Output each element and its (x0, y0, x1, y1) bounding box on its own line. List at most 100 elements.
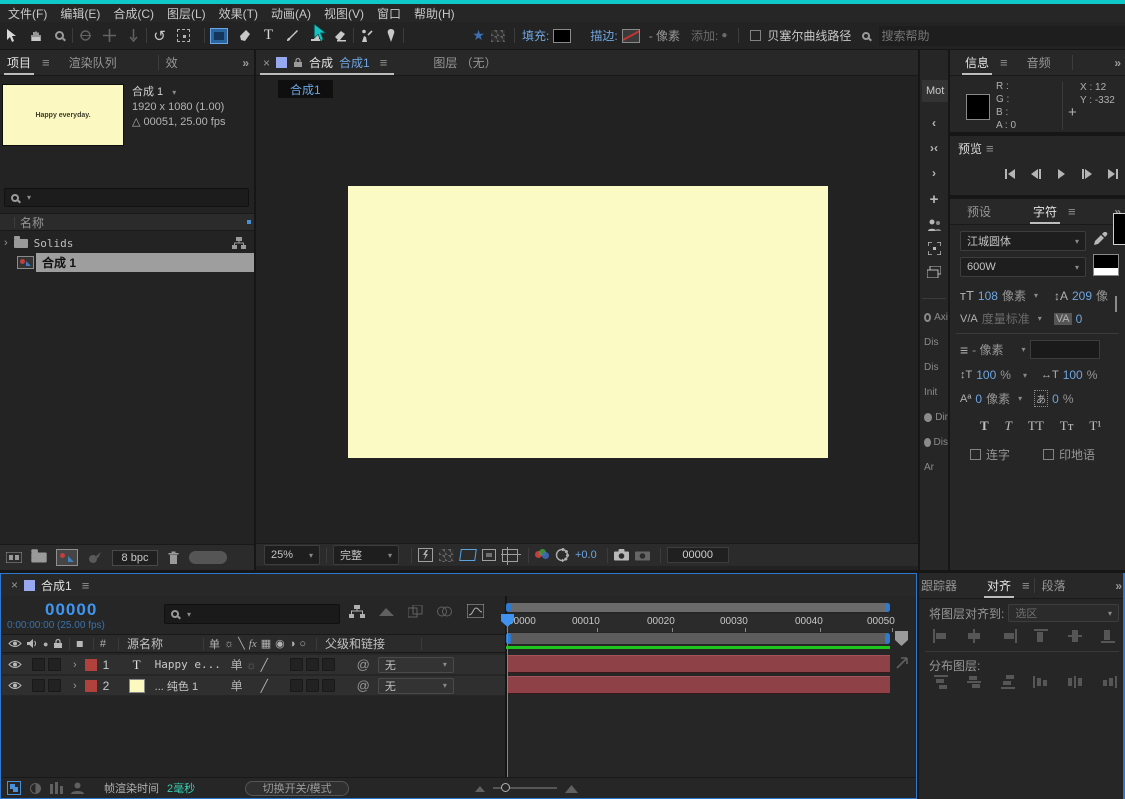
composition-canvas[interactable] (348, 186, 828, 458)
layer-row-1[interactable]: › 1 T Happy e... 单 ☼ ╱ @ 无▾ (2, 655, 505, 674)
previous-frame-button[interactable] (1024, 166, 1048, 181)
distribute-top-button[interactable] (933, 675, 950, 689)
tsume-value[interactable]: 0 (1052, 392, 1059, 406)
motion-blur-star-icon[interactable]: ★ (467, 23, 490, 49)
tab-character[interactable]: 字符 (1026, 199, 1064, 224)
lock-icon[interactable] (293, 57, 303, 68)
transparency-grid-icon[interactable] (491, 30, 505, 42)
menu-view[interactable]: 视图(V) (324, 5, 364, 22)
tab-composition-viewer[interactable]: × 合成合成1 ≡ (256, 50, 398, 75)
eyedropper-icon[interactable] (1093, 231, 1108, 247)
brush-tool[interactable] (281, 23, 304, 49)
baseline-shift-value[interactable]: 0 (975, 392, 982, 406)
align-hcenter-button[interactable] (966, 629, 983, 643)
draft-3d-icon[interactable] (379, 605, 394, 618)
superscript-button[interactable]: T¹ (1089, 418, 1101, 434)
mini-flowchart-icon[interactable] (349, 605, 365, 618)
layers-icon[interactable] (927, 266, 941, 278)
add-shape-icon[interactable]: ● (721, 30, 727, 41)
exposure-value[interactable]: +0.0 (575, 549, 597, 561)
distribute-bottom-button[interactable] (1000, 675, 1017, 689)
layer2-pickwhip-icon[interactable]: @ (357, 678, 370, 693)
people-icon[interactable] (927, 219, 942, 231)
distribute-right-button[interactable] (1100, 675, 1117, 689)
align-left-strip-icon[interactable]: ‹ (932, 116, 936, 130)
layer1-pickwhip-icon[interactable]: @ (357, 657, 370, 672)
close-viewer-icon[interactable]: × (263, 56, 270, 70)
motion-blur-icon[interactable] (437, 605, 453, 618)
next-frame-button[interactable] (1075, 166, 1099, 181)
first-frame-button[interactable] (998, 166, 1022, 181)
layer2-blend-cell[interactable] (306, 679, 319, 692)
tab-project[interactable]: 项目 (0, 50, 38, 75)
project-panel-menu-icon[interactable]: ≡ (38, 55, 54, 70)
shy-footer-icon[interactable] (71, 782, 84, 794)
rectangle-tool[interactable] (206, 23, 232, 49)
tab-align[interactable]: 对齐 (980, 573, 1018, 598)
indic-digits-checkbox[interactable] (1043, 449, 1054, 460)
align-vcenter-button[interactable] (1067, 629, 1084, 643)
layer1-eye-icon[interactable] (8, 660, 22, 669)
tab-audio[interactable]: 音频 (1020, 50, 1058, 75)
layer1-fx-cell[interactable] (290, 658, 303, 671)
stroke-width-unit[interactable]: - 像素 (972, 341, 1003, 358)
color-depth-engine-icon[interactable] (88, 551, 102, 564)
menu-animation[interactable]: 动画(A) (271, 5, 311, 22)
layer1-shy-switch[interactable]: 单 (231, 656, 246, 673)
lock-column-icon[interactable] (53, 638, 63, 649)
tab-paragraph[interactable]: 段落 (1035, 573, 1073, 598)
work-area-bar[interactable] (506, 633, 890, 644)
align-center-strip-icon[interactable]: ›‹ (930, 141, 938, 155)
layer1-collapse-switch[interactable]: ☼ (246, 658, 261, 672)
align-to-dropdown[interactable]: 选区▾ (1008, 604, 1119, 622)
fill-label[interactable]: 填充: (522, 27, 549, 44)
distribute-left-button[interactable] (1033, 675, 1050, 689)
number-column-icon[interactable]: # (100, 638, 106, 650)
distribute-vcenter-button[interactable] (966, 675, 983, 689)
menu-edit[interactable]: 编辑(E) (60, 5, 100, 22)
character-panel-menu-icon[interactable]: ≡ (1064, 204, 1080, 219)
font-size-value[interactable]: 108 (978, 289, 998, 303)
graph-editor-icon[interactable] (467, 604, 484, 618)
stroke-color-swatch[interactable] (622, 29, 640, 43)
project-search-caret-icon[interactable]: ▾ (27, 193, 31, 202)
pan-camera-tool[interactable] (98, 23, 121, 49)
layer1-name[interactable]: Happy e... (155, 658, 231, 671)
fill-stroke-swatch[interactable] (1093, 254, 1119, 276)
column-toggle-icon[interactable] (50, 782, 63, 794)
name-column-header[interactable]: 名称 (20, 214, 44, 231)
info-panel-menu-icon[interactable]: ≡ (996, 55, 1012, 70)
info-more-tabs-icon[interactable]: » (1114, 56, 1120, 70)
align-left-button[interactable] (933, 629, 950, 643)
selection-tool[interactable] (0, 23, 23, 49)
layer2-duration-bar[interactable] (507, 676, 890, 694)
layer2-lock-cell[interactable] (48, 679, 61, 692)
quality-column-icon[interactable]: ╲ (238, 637, 245, 650)
project-row-solids[interactable]: › Solids (0, 234, 254, 252)
distribute-hcenter-button[interactable] (1067, 675, 1084, 689)
layer2-shy-switch[interactable]: 单 (231, 677, 246, 694)
preview-time-indicator[interactable]: 00000 (667, 547, 729, 563)
motion-blur-column-icon[interactable]: ◉ (275, 637, 285, 650)
toggle-transparency-icon[interactable] (439, 549, 454, 562)
comp-button-icon[interactable] (895, 656, 909, 670)
add-strip-icon[interactable]: + (930, 191, 939, 208)
tab-render-queue[interactable]: 渲染队列 (62, 50, 124, 75)
zoom-tool[interactable] (48, 23, 71, 49)
font-style-dropdown[interactable]: 600W▾ (960, 257, 1086, 277)
bezier-path-checkbox[interactable] (750, 30, 761, 41)
parent-link-column[interactable]: 父级和链接 (325, 635, 385, 652)
dolly-camera-tool[interactable] (122, 23, 145, 49)
layer1-audio-cell[interactable] (32, 658, 45, 671)
pen-tool[interactable] (233, 23, 256, 49)
layer1-blur-cell[interactable] (322, 658, 335, 671)
vertical-scale-value[interactable]: 100 (976, 368, 996, 382)
menu-window[interactable]: 窗口 (377, 5, 401, 22)
tab-info[interactable]: 信息 (958, 50, 996, 75)
stroke-style-field[interactable] (1030, 340, 1100, 359)
text-fill-color-large[interactable] (1113, 213, 1125, 245)
align-right-button[interactable] (1000, 629, 1017, 643)
timeline-close-icon[interactable]: × (11, 578, 18, 592)
stroke-label[interactable]: 描边: (590, 27, 617, 44)
rotate-tool[interactable]: ↺ (148, 23, 171, 49)
